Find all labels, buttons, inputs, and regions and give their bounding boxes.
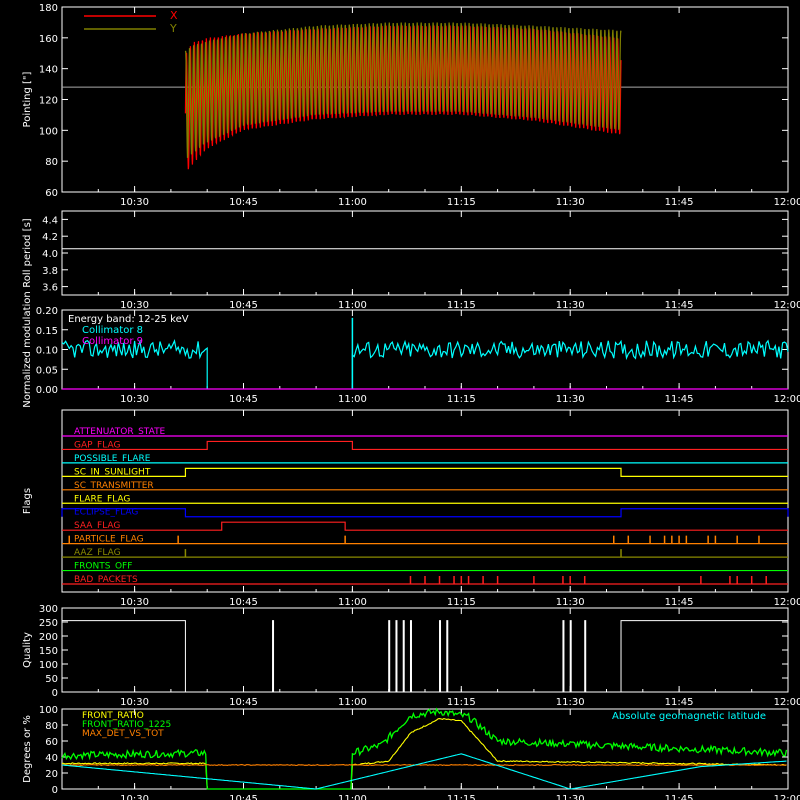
- time-tick-label: 10:45: [229, 697, 258, 708]
- time-tick-label: 11:30: [556, 300, 585, 311]
- y-tick-label: 80: [45, 721, 58, 732]
- y-tick-label: 60: [45, 737, 58, 748]
- time-tick-label: 11:00: [338, 197, 367, 208]
- time-tick-label: 12:00: [774, 697, 800, 708]
- rhessi-quicklook-chart: 10:30 10:45 11:00 11:15 11:30 11:45 12:00 Point…: [0, 0, 800, 800]
- y-tick-label: 100: [39, 660, 58, 671]
- y-tick-label: 0: [52, 785, 58, 796]
- y-tick-label: 20: [45, 769, 58, 780]
- time-tick-label: 12:00: [774, 394, 800, 405]
- y-tick-label: 200: [39, 632, 58, 643]
- time-tick-label: 11:15: [447, 697, 476, 708]
- y-axis-label: Quality: [22, 632, 33, 668]
- y-tick-label: 250: [39, 618, 58, 629]
- y-tick-label: 150: [39, 646, 58, 657]
- y-tick-label: 100: [39, 126, 58, 137]
- y-axis-label: Pointing ["]: [22, 71, 33, 127]
- time-tick-label: 10:30: [120, 597, 149, 608]
- time-tick-label: 11:15: [447, 300, 476, 311]
- y-tick-label: 80: [45, 157, 58, 168]
- time-tick-label: 11:30: [556, 697, 585, 708]
- time-tick-label: 11:30: [556, 597, 585, 608]
- y-tick-label: 140: [39, 65, 58, 76]
- time-tick-label: 10:30: [120, 300, 149, 311]
- y-tick-label: 50: [45, 674, 58, 685]
- y-tick-label: 180: [39, 3, 58, 14]
- time-tick-label: 10:30: [120, 197, 149, 208]
- time-tick-label: 10:45: [229, 794, 258, 800]
- y-tick-label: 3.6: [42, 283, 58, 294]
- time-tick-label: 11:45: [665, 697, 694, 708]
- time-tick-label: 12:00: [774, 597, 800, 608]
- time-tick-label: 11:15: [447, 394, 476, 405]
- time-tick-label: 12:00: [774, 197, 800, 208]
- y-tick-label: 4.2: [42, 232, 58, 243]
- y-tick-label: 4.4: [42, 215, 58, 226]
- y-tick-label: 4.0: [42, 249, 58, 260]
- time-tick-label: 10:45: [229, 300, 258, 311]
- y-axis-label: Normalized modulation: [22, 291, 33, 408]
- y-tick-label: 0.00: [36, 385, 58, 396]
- time-tick-label: 11:30: [556, 197, 585, 208]
- time-tick-label: 10:45: [229, 394, 258, 405]
- y-tick-label: 40: [45, 753, 58, 764]
- time-tick-label: 11:45: [665, 794, 694, 800]
- time-tick-label: 11:30: [556, 394, 585, 405]
- y-tick-label: 0.15: [36, 326, 58, 337]
- time-tick-label: 11:45: [665, 300, 694, 311]
- y-tick-label: 100: [39, 705, 58, 716]
- time-tick-label: 10:30: [120, 697, 149, 708]
- y-axis-label: Flags: [22, 488, 33, 514]
- y-tick-label: 0.05: [36, 365, 58, 376]
- time-tick-label: 10:45: [229, 197, 258, 208]
- ratio-series-2: [62, 763, 787, 767]
- legend-label-max-det: MAX_DET_VS_TOT: [82, 729, 164, 739]
- legend-label-x: X: [170, 9, 178, 22]
- time-tick-label: 11:45: [665, 197, 694, 208]
- time-tick-label: 10:30: [120, 794, 149, 800]
- y-axis-label: Degrees or %: [22, 715, 33, 783]
- latitude-annotation: Absolute geomagnetic latitude: [612, 711, 766, 722]
- y-tick-label: 120: [39, 96, 58, 107]
- time-tick-label: 10:30: [120, 394, 149, 405]
- time-tick-label: 11:45: [665, 597, 694, 608]
- time-tick-label: 11:15: [447, 794, 476, 800]
- time-tick-label: 11:00: [338, 300, 367, 311]
- y-tick-label: 300: [39, 604, 58, 615]
- y-tick-label: 0.20: [36, 306, 58, 317]
- y-tick-label: 0: [52, 688, 58, 699]
- time-tick-label: 11:00: [338, 597, 367, 608]
- legend-label-y: Y: [169, 22, 177, 35]
- legend-title: Energy band: 12-25 keV: [68, 314, 189, 325]
- time-tick-label: 12:00: [774, 794, 800, 800]
- y-tick-label: 3.8: [42, 266, 58, 277]
- legend-label-collimator-8: Collimator 8: [82, 325, 143, 336]
- y-axis-label: Roll period [s]: [22, 218, 33, 287]
- time-tick-label: 11:45: [665, 394, 694, 405]
- y-tick-label: 0.10: [36, 346, 58, 357]
- time-tick-label: 12:00: [774, 300, 800, 311]
- time-tick-label: 11:30: [556, 794, 585, 800]
- time-tick-label: 11:15: [447, 197, 476, 208]
- legend-label-collimator-9: Collimator 9: [82, 336, 143, 347]
- y-tick-label: 60: [45, 188, 58, 199]
- time-tick-label: 11:00: [338, 697, 367, 708]
- time-tick-label: 11:00: [338, 394, 367, 405]
- time-tick-label: 10:45: [229, 597, 258, 608]
- time-tick-label: 11:00: [338, 794, 367, 800]
- time-tick-label: 11:15: [447, 597, 476, 608]
- y-tick-label: 160: [39, 34, 58, 45]
